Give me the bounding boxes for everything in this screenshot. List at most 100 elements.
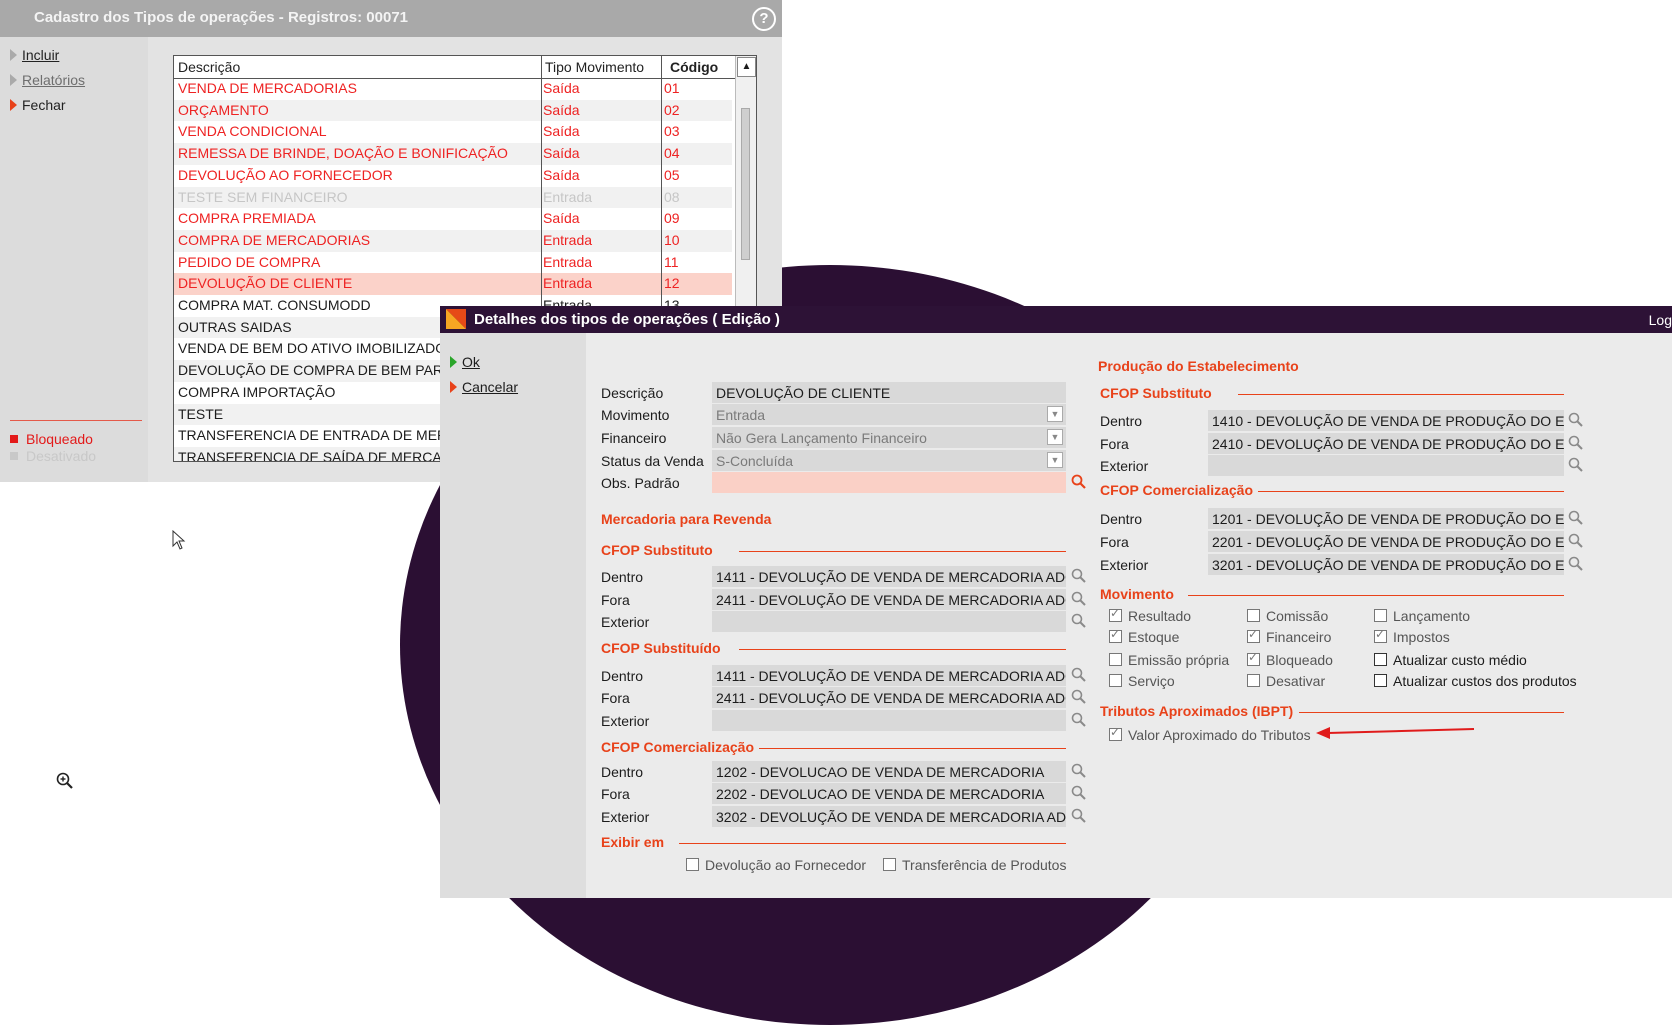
emissao-propria-checkbox[interactable]: Emissão própria: [1109, 652, 1229, 668]
revenda-substituido-fora[interactable]: 2411 - DEVOLUÇÃO DE VENDA DE MERCADORIA …: [712, 687, 1066, 708]
impostos-checkbox[interactable]: Impostos: [1374, 627, 1450, 645]
table-row[interactable]: TESTE SEM FINANCEIRO Entrada 08: [174, 186, 732, 209]
chevron-down-icon[interactable]: ▼: [1047, 406, 1063, 422]
comissao-label: Comissão: [1266, 608, 1329, 624]
lancamento-checkbox[interactable]: Lançamento: [1374, 608, 1470, 624]
producao-comercializacao-dentro[interactable]: 1201 - DEVOLUÇÃO DE VENDA DE PRODUÇÃO DO…: [1208, 508, 1564, 529]
movimento-select[interactable]: Entrada: [712, 404, 1066, 425]
exibir-devolucao-checkbox[interactable]: Devolução ao Fornecedor: [686, 857, 866, 873]
cell-codigo: 12: [664, 275, 680, 292]
financeiro-select[interactable]: Não Gera Lançamento Financeiro: [712, 427, 1066, 448]
producao-substituto-fora[interactable]: 2410 - DEVOLUÇÃO DE VENDA DE PRODUÇÃO DO…: [1208, 433, 1564, 454]
search-icon[interactable]: [1568, 533, 1584, 549]
search-icon[interactable]: [1568, 412, 1584, 428]
search-icon[interactable]: [1071, 613, 1087, 629]
header-tipo-movimento[interactable]: Tipo Movimento: [545, 59, 644, 75]
estoque-checkbox[interactable]: Estoque: [1109, 627, 1180, 645]
fechar-label: Fechar: [22, 97, 66, 113]
scroll-up-icon[interactable]: ▲: [737, 57, 756, 77]
search-icon[interactable]: [1568, 457, 1584, 473]
relatorios-button[interactable]: Relatórios: [10, 72, 85, 88]
producao-substituto-exterior[interactable]: [1208, 455, 1564, 476]
revenda-substituido-exterior[interactable]: [712, 710, 1066, 731]
chevron-down-icon[interactable]: ▼: [1047, 452, 1063, 468]
cell-tipo-movimento: Entrada: [543, 188, 593, 205]
table-row[interactable]: DEVOLUÇÃO DE CLIENTE Entrada 12: [174, 273, 732, 295]
revenda-comercializacao-dentro[interactable]: 1202 - DEVOLUCAO DE VENDA DE MERCADORIA: [712, 761, 1066, 782]
bloqueado-checkbox[interactable]: Bloqueado: [1247, 650, 1333, 668]
revenda-substituto-fora[interactable]: 2411 - DEVOLUÇÃO DE VENDA DE MERCADORIA …: [712, 589, 1066, 610]
zoom-in-icon: [56, 772, 74, 795]
comissao-checkbox[interactable]: Comissão: [1247, 608, 1328, 624]
fechar-button[interactable]: Fechar: [10, 97, 66, 113]
search-icon[interactable]: [1071, 763, 1087, 779]
valor-aproximado-checkbox[interactable]: Valor Aproximado do Tributos: [1109, 725, 1311, 743]
triangle-icon: [10, 49, 17, 61]
cancelar-button[interactable]: Cancelar: [450, 379, 518, 395]
cell-descricao: ORÇAMENTO: [178, 101, 269, 118]
revenda-substituido-dentro[interactable]: 1411 - DEVOLUÇÃO DE VENDA DE MERCADORIA …: [712, 665, 1066, 686]
cell-tipo-movimento: Saída: [543, 123, 580, 140]
table-row[interactable]: REMESSA DE BRINDE, DOAÇÃO E BONIFICAÇÃO S…: [174, 143, 732, 165]
search-icon[interactable]: [1071, 591, 1087, 607]
chevron-down-icon[interactable]: ▼: [1047, 429, 1063, 445]
search-icon[interactable]: [1071, 785, 1087, 801]
table-row[interactable]: VENDA CONDICIONAL Saída 03: [174, 121, 732, 143]
incluir-button[interactable]: Incluir: [10, 47, 59, 63]
fora-label: Fora: [601, 690, 630, 706]
desativar-checkbox[interactable]: Desativar: [1247, 673, 1325, 689]
atualizar-custos-produtos-checkbox[interactable]: Atualizar custos dos produtos: [1374, 673, 1577, 689]
producao-comercializacao-exterior[interactable]: 3201 - DEVOLUÇÃO DE VENDA DE PRODUÇÃO DO…: [1208, 554, 1564, 575]
search-icon[interactable]: [1071, 712, 1087, 728]
table-row[interactable]: PEDIDO DE COMPRA Entrada 11: [174, 252, 732, 274]
revenda-substituto-dentro[interactable]: 1411 - DEVOLUÇÃO DE VENDA DE MERCADORIA …: [712, 566, 1066, 587]
desativar-label: Desativar: [1266, 673, 1326, 689]
atualizar-custo-medio-checkbox[interactable]: Atualizar custo médio: [1374, 652, 1527, 668]
section-divider: [1299, 712, 1564, 713]
valor-aproximado-label: Valor Aproximado do Tributos: [1128, 727, 1311, 743]
resultado-checkbox[interactable]: Resultado: [1109, 606, 1191, 624]
search-icon[interactable]: [1568, 510, 1584, 526]
header-codigo[interactable]: Código: [670, 59, 718, 75]
triangle-icon: [10, 74, 17, 86]
estoque-label: Estoque: [1128, 629, 1180, 645]
producao-comercializacao-fora[interactable]: 2201 - DEVOLUÇÃO DE VENDA DE PRODUÇÃO DO…: [1208, 531, 1564, 552]
checkbox-box: [1109, 627, 1122, 643]
dentro-label: Dentro: [1100, 511, 1143, 527]
cell-codigo: 04: [664, 145, 680, 162]
cell-codigo: 08: [664, 188, 680, 205]
status-venda-select[interactable]: S-Concluída: [712, 450, 1066, 471]
search-icon[interactable]: [1568, 435, 1584, 451]
financeiro-checkbox[interactable]: Financeiro: [1247, 627, 1331, 645]
table-row[interactable]: ORÇAMENTO Saída 02: [174, 99, 732, 122]
obs-padrao-field[interactable]: [712, 472, 1066, 493]
descricao-field[interactable]: DEVOLUÇÃO DE CLIENTE: [712, 382, 1066, 403]
search-icon[interactable]: [1071, 474, 1087, 490]
window1-title: Cadastro dos Tipos de operações - Regist…: [34, 9, 409, 26]
exibir-transferencia-checkbox[interactable]: Transferência de Produtos: [883, 857, 1066, 873]
checkbox-box: [1374, 653, 1387, 666]
revenda-substituto-exterior[interactable]: [712, 611, 1066, 632]
help-icon[interactable]: ?: [752, 7, 776, 31]
obs-padrao-label: Obs. Padrão: [601, 475, 680, 491]
servico-checkbox[interactable]: Serviço: [1109, 673, 1175, 689]
ok-button[interactable]: Ok: [450, 354, 480, 370]
header-descricao[interactable]: Descrição: [178, 59, 240, 75]
search-icon[interactable]: [1071, 667, 1087, 683]
table-row[interactable]: VENDA DE MERCADORIAS Saída 01: [174, 78, 732, 100]
log-link[interactable]: Log: [1649, 312, 1672, 328]
dentro-label: Dentro: [601, 668, 644, 684]
table-row[interactable]: DEVOLUÇÃO AO FORNECEDOR Saída 05: [174, 165, 732, 187]
table-row[interactable]: COMPRA PREMIADA Saída 09: [174, 208, 732, 230]
revenda-comercializacao-fora[interactable]: 2202 - DEVOLUCAO DE VENDA DE MERCADORIA: [712, 783, 1066, 804]
revenda-comercializacao-exterior[interactable]: 3202 - DEVOLUÇÃO DE VENDA DE MERCADORIA …: [712, 806, 1066, 827]
cell-tipo-movimento: Saída: [543, 145, 580, 162]
search-icon[interactable]: [1071, 689, 1087, 705]
search-icon[interactable]: [1568, 556, 1584, 572]
scroll-thumb[interactable]: [741, 108, 750, 260]
search-icon[interactable]: [1071, 808, 1087, 824]
producao-substituto-dentro[interactable]: 1410 - DEVOLUÇÃO DE VENDA DE PRODUÇÃO DO…: [1208, 410, 1564, 431]
search-icon[interactable]: [1071, 568, 1087, 584]
table-row[interactable]: COMPRA DE MERCADORIAS Entrada 10: [174, 229, 732, 252]
triangle-icon: [450, 381, 457, 393]
